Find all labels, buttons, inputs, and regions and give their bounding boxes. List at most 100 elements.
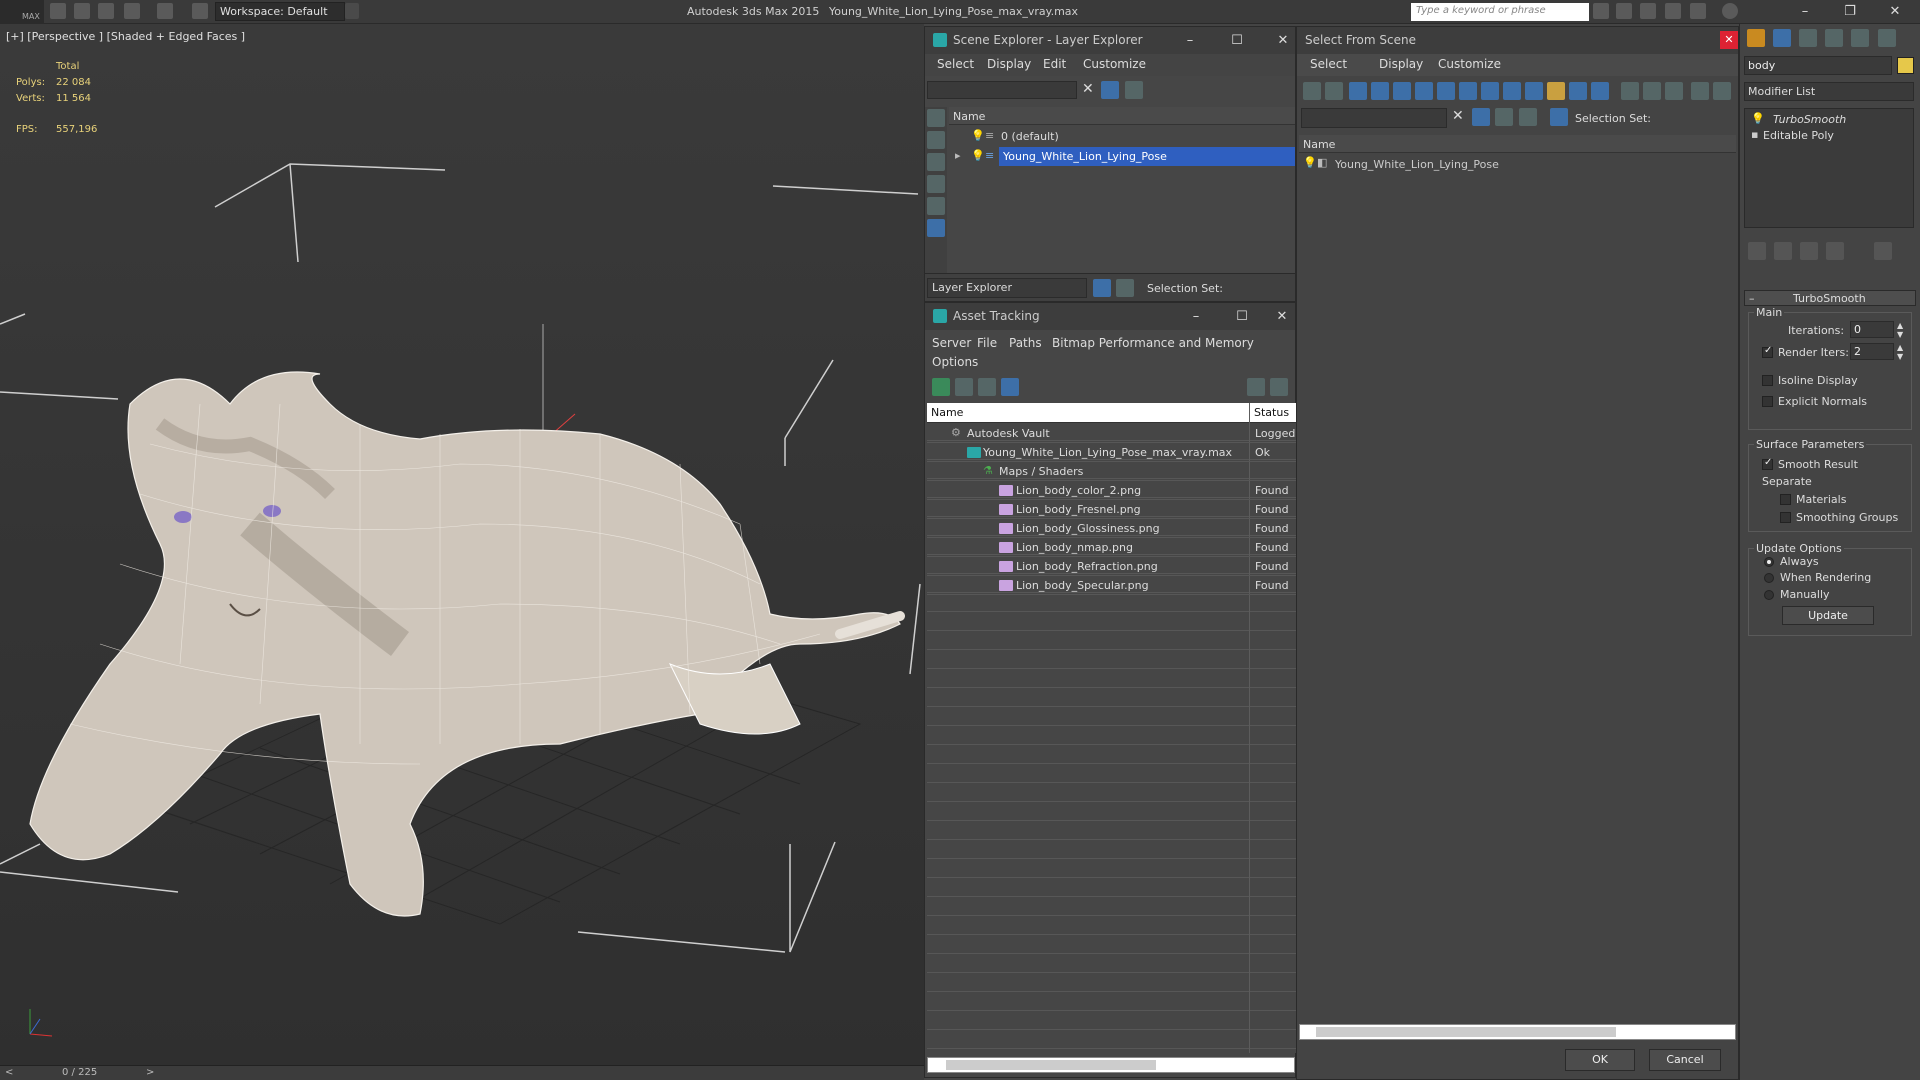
subscription-icon[interactable] bbox=[1616, 3, 1632, 19]
select-all-icon[interactable] bbox=[1303, 82, 1321, 100]
table-view-icon[interactable] bbox=[1001, 378, 1019, 396]
dialog-close-icon[interactable]: ✕ bbox=[1720, 31, 1738, 49]
new-file-icon[interactable] bbox=[50, 3, 66, 19]
exchange-apps-icon[interactable] bbox=[1690, 3, 1706, 19]
display-options-icon[interactable] bbox=[1125, 81, 1143, 99]
create-tab-icon[interactable] bbox=[1747, 29, 1765, 47]
app-logo[interactable]: MAX bbox=[0, 0, 44, 24]
always-radio[interactable] bbox=[1764, 557, 1774, 567]
filter-funnel-icon[interactable] bbox=[1472, 108, 1490, 126]
scene-explorer-name-header[interactable]: Name bbox=[949, 107, 1295, 125]
select-none-icon[interactable] bbox=[1325, 82, 1343, 100]
spinner-arrows-icon[interactable]: ▲ ▼ bbox=[1897, 343, 1903, 361]
display-xrefs-icon[interactable] bbox=[1503, 82, 1521, 100]
restore-icon[interactable]: ❐ bbox=[1835, 2, 1865, 22]
sfs-object-row[interactable]: 💡 ◧ Young_White_Lion_Lying_Pose bbox=[1299, 155, 1736, 173]
display-hidden-icon[interactable] bbox=[1591, 82, 1609, 100]
close-icon[interactable]: ✕ bbox=[1880, 2, 1910, 22]
display-frozen-icon[interactable] bbox=[1569, 82, 1587, 100]
time-prev-button[interactable]: < bbox=[5, 1067, 13, 1078]
sfs-menu-select[interactable]: Select bbox=[1310, 57, 1347, 71]
manually-radio[interactable] bbox=[1764, 590, 1774, 600]
sort-layers-icon[interactable] bbox=[1519, 108, 1537, 126]
light-bulb-icon[interactable]: 💡 bbox=[1303, 156, 1317, 169]
asset-row-png[interactable]: Lion_body_Fresnel.png Found bbox=[927, 500, 1297, 519]
modifier-bulb-icon[interactable]: 💡 bbox=[1751, 112, 1765, 125]
asset-row-max-file[interactable]: Young_White_Lion_Lying_Pose_max_vray.max… bbox=[927, 443, 1297, 462]
sfs-menu-customize[interactable]: Customize bbox=[1438, 57, 1501, 71]
modifier-editable-poly[interactable]: ▪ Editable Poly bbox=[1745, 128, 1913, 144]
filter-icon[interactable] bbox=[1691, 82, 1709, 100]
render-iters-spinner[interactable]: 2 bbox=[1850, 343, 1894, 360]
asset-row-png[interactable]: Lion_body_Refraction.png Found bbox=[927, 557, 1297, 576]
sfs-horizontal-scrollbar[interactable] bbox=[1299, 1024, 1736, 1040]
asset-help-icon[interactable] bbox=[1247, 378, 1265, 396]
asset-status-header[interactable]: Status bbox=[1250, 403, 1297, 423]
display-cameras-icon[interactable] bbox=[927, 175, 945, 193]
binoculars-icon[interactable] bbox=[1593, 3, 1609, 19]
time-slider[interactable]: < 0 / 225 > bbox=[0, 1065, 924, 1080]
remove-modifier-icon[interactable] bbox=[1826, 242, 1844, 260]
undo-icon[interactable] bbox=[124, 3, 140, 19]
object-name-field[interactable]: body bbox=[1744, 56, 1892, 75]
asset-row-png[interactable]: Lion_body_Specular.png Found bbox=[927, 576, 1297, 595]
light-bulb-icon[interactable]: 💡 bbox=[971, 129, 985, 142]
scene-explorer-maximize-icon[interactable]: ☐ bbox=[1222, 31, 1252, 51]
display-containers-icon[interactable] bbox=[1547, 82, 1565, 100]
asset-row-png[interactable]: Lion_body_Glossiness.png Found bbox=[927, 519, 1297, 538]
spinner-arrows-icon[interactable]: ▲ ▼ bbox=[1897, 321, 1903, 339]
asset-row-vault[interactable]: ⚙ Autodesk Vault Logged bbox=[927, 424, 1297, 443]
pin-stack-icon[interactable] bbox=[1748, 242, 1766, 260]
communication-center-icon[interactable] bbox=[1640, 3, 1656, 19]
hierarchy-tab-icon[interactable] bbox=[1799, 29, 1817, 47]
materials-checkbox[interactable] bbox=[1780, 494, 1791, 505]
make-unique-icon[interactable] bbox=[1800, 242, 1818, 260]
scene-explorer-minimize-icon[interactable]: – bbox=[1175, 31, 1205, 51]
scrollbar-thumb[interactable] bbox=[1316, 1027, 1616, 1037]
ok-button[interactable]: OK bbox=[1565, 1049, 1635, 1071]
save-file-icon[interactable] bbox=[98, 3, 114, 19]
workspace-dropdown[interactable]: Workspace: Default bbox=[215, 2, 345, 21]
open-file-icon[interactable] bbox=[74, 3, 90, 19]
display-tab-icon[interactable] bbox=[1851, 29, 1869, 47]
explorer-type-dropdown[interactable]: Layer Explorer bbox=[927, 278, 1087, 298]
asset-settings-icon[interactable] bbox=[1270, 378, 1288, 396]
display-spacewarps-icon[interactable] bbox=[1459, 82, 1477, 100]
display-all-icon[interactable] bbox=[1621, 82, 1639, 100]
scene-explorer-search-field[interactable] bbox=[927, 81, 1077, 99]
asset-row-png[interactable]: Lion_body_nmap.png Found bbox=[927, 538, 1297, 557]
search-input[interactable]: Type a keyword or phrase bbox=[1411, 3, 1589, 21]
hierarchy-icon[interactable] bbox=[1550, 108, 1568, 126]
asset-tracking-minimize-icon[interactable]: – bbox=[1181, 307, 1211, 327]
iterations-spinner[interactable]: 0 bbox=[1850, 321, 1894, 338]
help-icon[interactable] bbox=[1722, 3, 1738, 19]
sort-icon[interactable] bbox=[1713, 82, 1731, 100]
show-end-result-icon[interactable] bbox=[1774, 242, 1792, 260]
cancel-button[interactable]: Cancel bbox=[1649, 1049, 1721, 1071]
asset-tracking-maximize-icon[interactable]: ☐ bbox=[1227, 307, 1257, 327]
motion-tab-icon[interactable] bbox=[1825, 29, 1843, 47]
workspace-menu-icon[interactable] bbox=[345, 3, 359, 19]
display-bones-icon[interactable] bbox=[1525, 82, 1543, 100]
clear-search-icon[interactable]: ✕ bbox=[1082, 81, 1094, 97]
isoline-display-checkbox[interactable] bbox=[1762, 375, 1773, 386]
scene-explorer-menu-select[interactable]: Select bbox=[937, 57, 974, 71]
clear-search-icon[interactable]: ✕ bbox=[1452, 108, 1464, 124]
render-iters-checkbox[interactable] bbox=[1762, 345, 1773, 358]
smoothing-groups-checkbox[interactable] bbox=[1780, 512, 1791, 523]
asset-menu-options[interactable]: Options bbox=[932, 355, 978, 369]
modifier-list-dropdown[interactable]: Modifier List bbox=[1744, 82, 1914, 101]
display-spacewarps-icon[interactable] bbox=[927, 219, 945, 237]
sfs-name-header[interactable]: Name bbox=[1299, 135, 1736, 153]
layers-icon[interactable] bbox=[1495, 108, 1513, 126]
asset-menu-file[interactable]: File bbox=[977, 336, 997, 350]
light-bulb-icon[interactable]: 💡 bbox=[971, 149, 985, 162]
scrollbar-thumb[interactable] bbox=[946, 1060, 1156, 1070]
asset-horizontal-scrollbar[interactable] bbox=[927, 1057, 1295, 1073]
explicit-normals-checkbox[interactable] bbox=[1762, 396, 1773, 407]
display-cameras-icon[interactable] bbox=[1415, 82, 1433, 100]
sfs-search-field[interactable] bbox=[1301, 108, 1447, 128]
update-button[interactable]: Update bbox=[1782, 606, 1874, 625]
favorites-star-icon[interactable] bbox=[1665, 3, 1681, 19]
scene-explorer-close-icon[interactable]: ✕ bbox=[1268, 31, 1298, 51]
